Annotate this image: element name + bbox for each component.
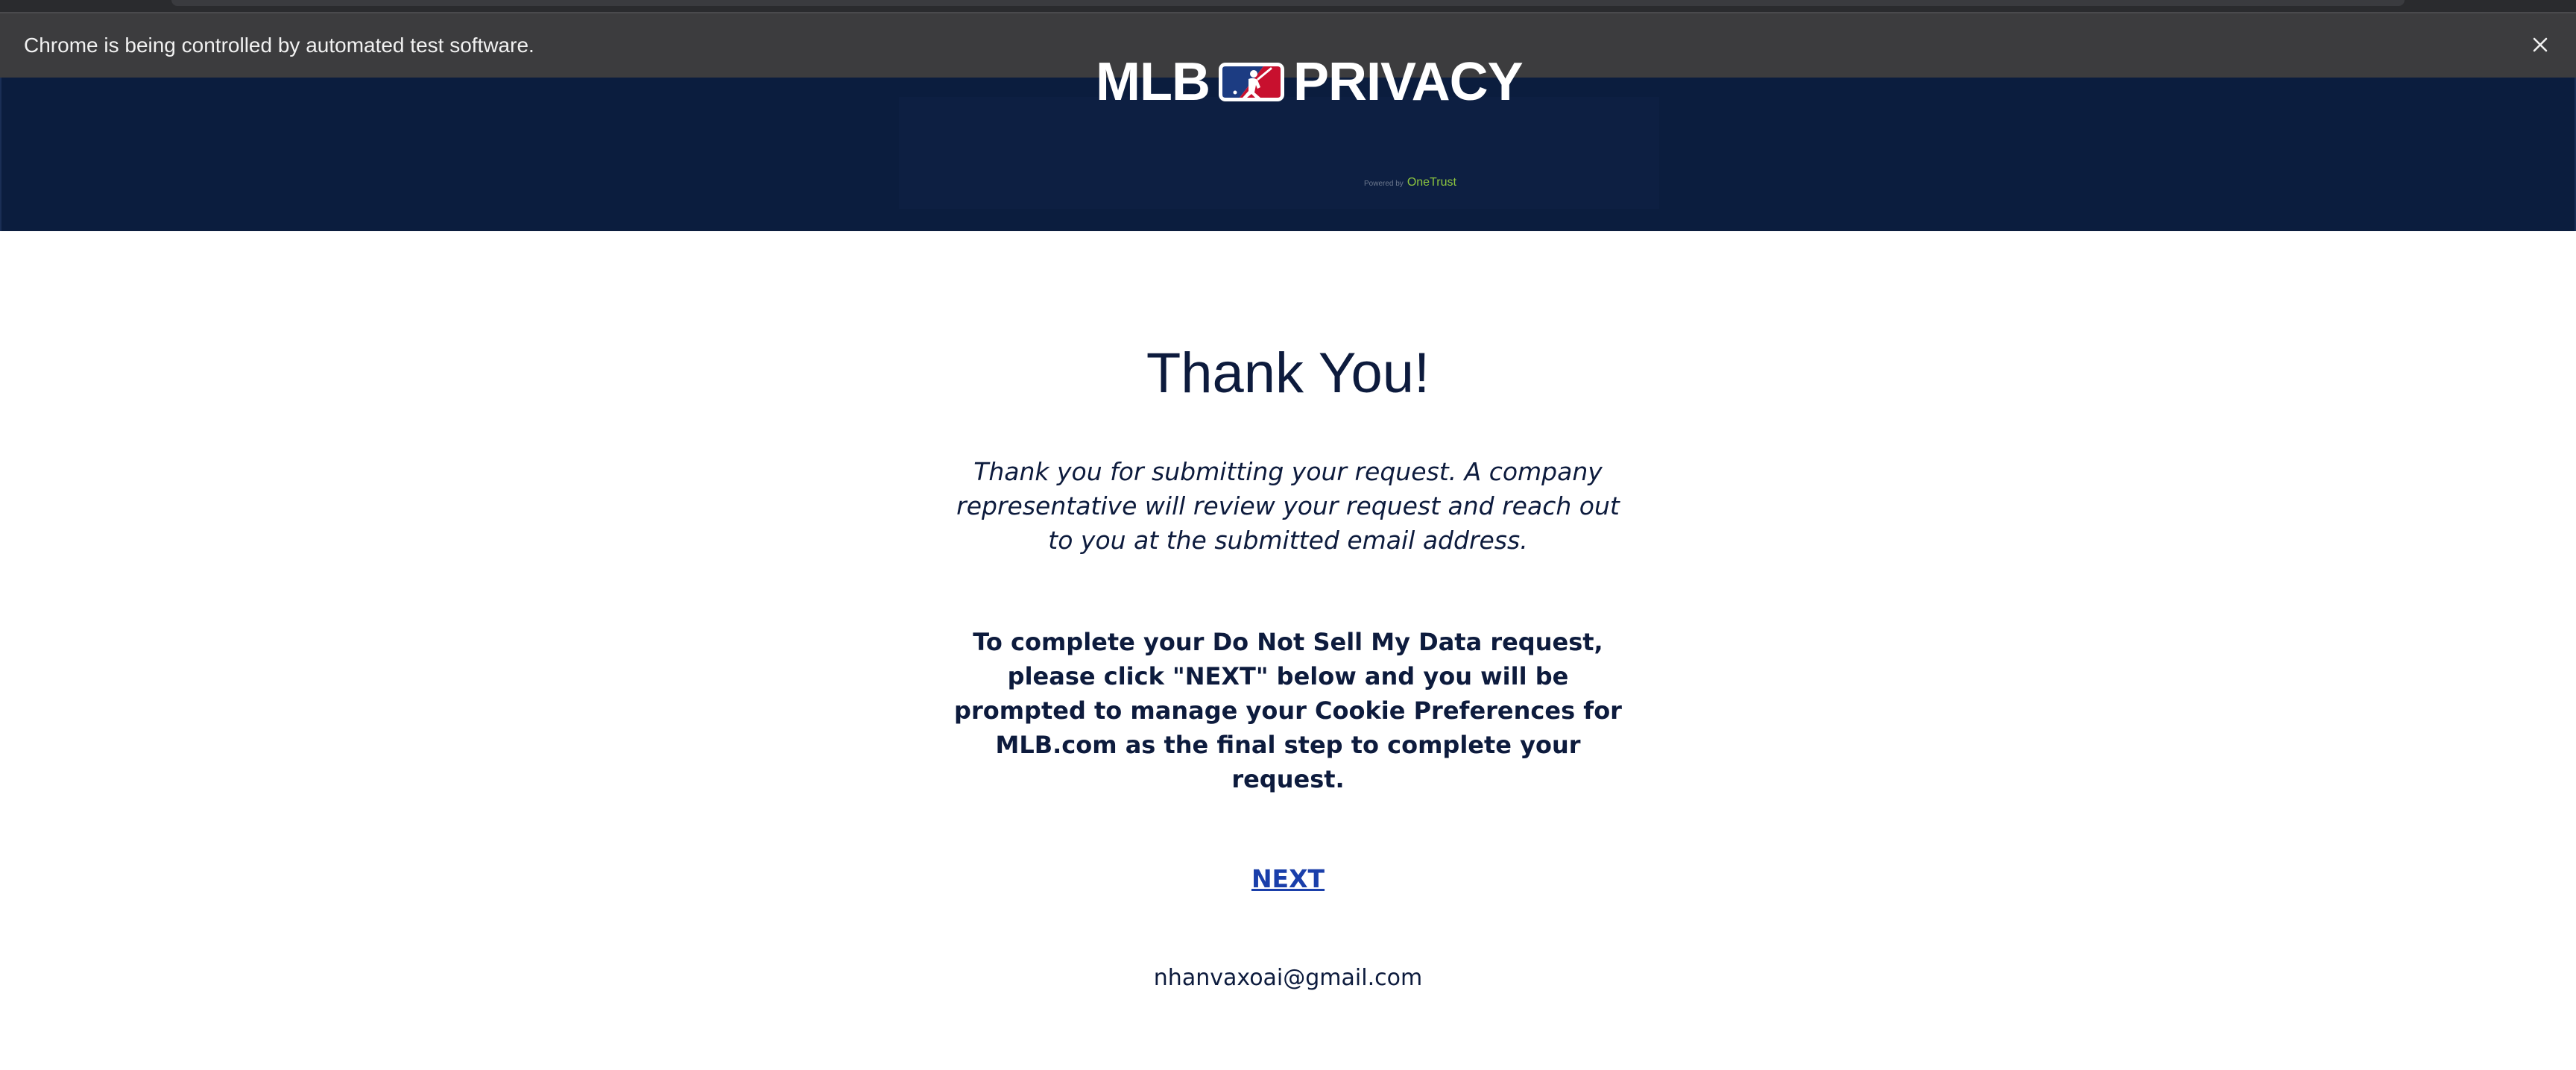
confirmation-message: Thank you for submitting your request. A…: [956, 457, 1620, 555]
powered-by-onetrust: Powered by OneTrust: [1364, 176, 1456, 191]
close-icon: [2533, 37, 2548, 52]
browser-tab-edge: [171, 0, 2405, 6]
instruction-text: To complete your Do Not Sell My Data req…: [954, 628, 1622, 793]
header-panel: [899, 97, 1659, 209]
mlb-privacy-logo: MLB PRIVACY: [1096, 52, 1524, 112]
browser-tab-strip: [0, 0, 2576, 12]
page-title: Thank You!: [1146, 342, 1430, 405]
onetrust-brand: OneTrust: [1407, 176, 1456, 189]
next-link[interactable]: NEXT: [1251, 864, 1325, 893]
powered-by-label: Powered by: [1364, 180, 1404, 188]
mlb-batter-logo-icon: [1218, 63, 1284, 101]
next-link-container: NEXT: [0, 860, 2576, 903]
automation-notice-text: Chrome is being controlled by automated …: [24, 34, 534, 57]
infobar-close-button[interactable]: [2522, 27, 2558, 63]
logo-text-privacy: PRIVACY: [1292, 52, 1524, 112]
logo-text-mlb: MLB: [1096, 52, 1210, 112]
submitted-email: nhanvaxoai@gmail.com: [1153, 965, 1423, 991]
